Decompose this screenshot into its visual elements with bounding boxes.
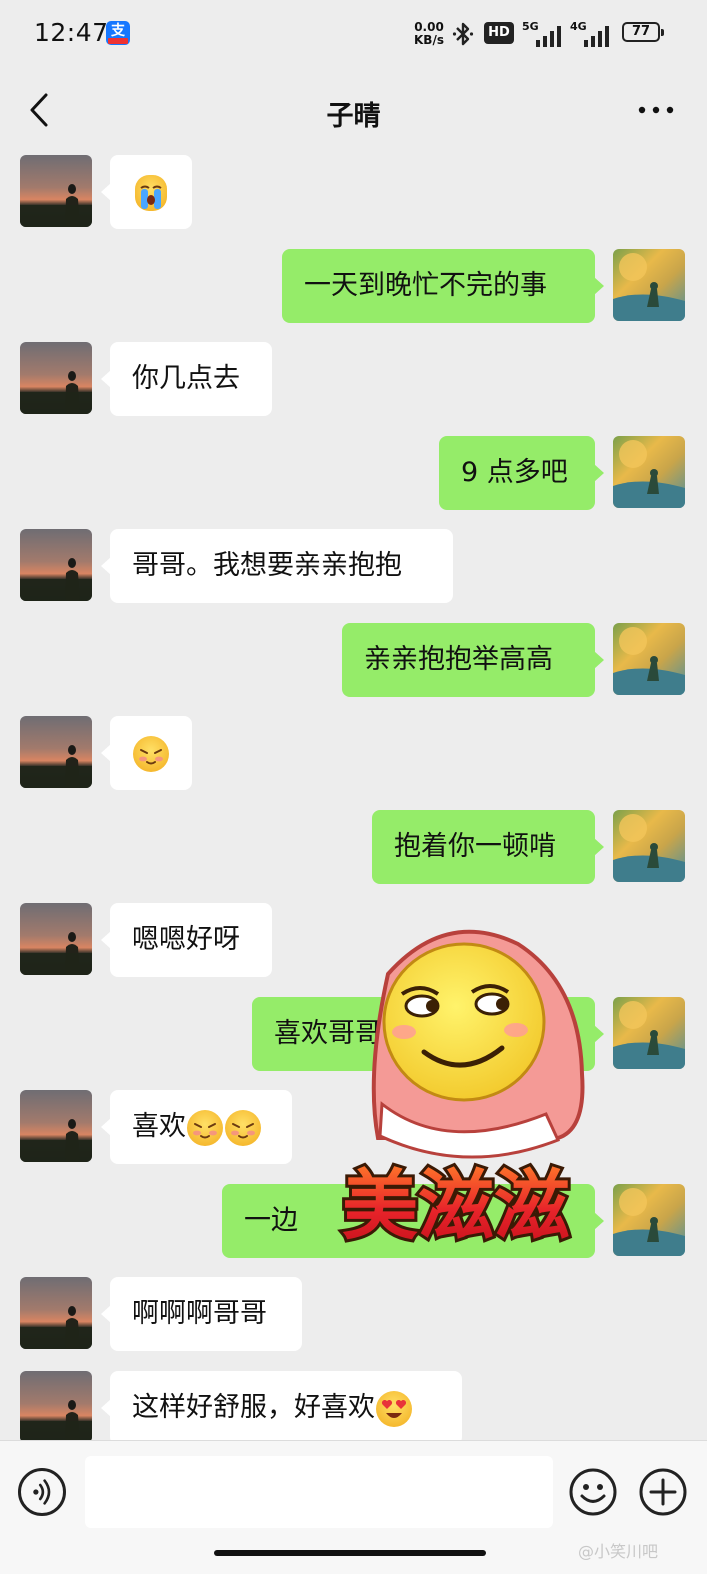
watermark: @小笑川吧 (578, 1542, 659, 1561)
emoji-picker-icon[interactable] (568, 1467, 618, 1517)
more-functions-plus-icon[interactable] (638, 1467, 688, 1517)
home-indicator[interactable] (214, 1550, 486, 1556)
shy-face-icon (186, 1108, 224, 1147)
my-avatar[interactable] (613, 810, 685, 882)
contact-avatar[interactable] (20, 342, 92, 414)
message-bubble-incoming[interactable]: 这样好舒服，好喜欢 (101, 1371, 462, 1440)
shy-face-icon (132, 734, 170, 773)
status-time: 12:47 (34, 18, 109, 47)
contact-avatar[interactable] (20, 1277, 92, 1349)
contact-avatar[interactable] (20, 529, 92, 601)
message-bubble-outgoing[interactable]: 一天到晚忙不完的事 (282, 249, 604, 323)
sticker-caption: 美滋滋 (342, 1161, 570, 1250)
message-text: 喜欢 (132, 1111, 186, 1142)
heart-eyes-face-icon (376, 1390, 412, 1427)
my-avatar[interactable] (613, 249, 685, 321)
message-bubble-incoming[interactable]: 喜欢 (101, 1090, 292, 1164)
message-bubble-outgoing[interactable]: 亲亲抱抱举高高 (342, 623, 604, 697)
message-bubble-incoming[interactable]: 啊啊啊哥哥 (101, 1277, 302, 1351)
contact-avatar[interactable] (20, 903, 92, 975)
more-options-icon[interactable] (638, 100, 674, 120)
chat-header: 子晴 (0, 70, 707, 152)
message-input[interactable] (85, 1456, 553, 1528)
battery-icon: 77 (622, 22, 664, 42)
my-avatar[interactable] (613, 623, 685, 695)
contact-avatar[interactable] (20, 1090, 92, 1162)
my-avatar[interactable] (613, 997, 685, 1069)
voice-input-button[interactable] (18, 1468, 66, 1516)
crying-face-icon (134, 173, 168, 212)
message-bubble-incoming[interactable]: 你几点去 (101, 342, 272, 416)
alipay-app-icon: 支 (106, 21, 130, 45)
contact-avatar[interactable] (20, 155, 92, 227)
network-speed: 0.00 KB/s (414, 21, 444, 47)
contact-avatar[interactable] (20, 716, 92, 788)
chat-title: 子晴 (326, 101, 381, 132)
message-bubble-outgoing[interactable]: 9 点多吧 (439, 436, 604, 510)
alipay-badge-text: 支 (111, 23, 125, 39)
contact-avatar[interactable] (20, 1371, 92, 1440)
smirking-face-blanket-sticker: 美滋滋 (339, 929, 585, 1253)
my-avatar[interactable] (613, 1184, 685, 1256)
message-bubble-incoming[interactable]: 嗯嗯好呀 (101, 903, 272, 977)
message-text: 这样好舒服，好喜欢 (132, 1392, 375, 1423)
network-speed-unit: KB/s (414, 33, 444, 47)
message-bubble-incoming[interactable] (101, 716, 192, 790)
bluetooth-icon (452, 22, 474, 46)
shy-face-icon (224, 1108, 262, 1147)
status-bar: 12:47 支 0.00 KB/s HD 5G 4G 77 (0, 0, 707, 70)
hd-voice-icon: HD (484, 22, 514, 44)
message-bubble-incoming[interactable] (101, 155, 192, 229)
message-bubble-outgoing[interactable]: 抱着你一顿啃 (372, 810, 604, 884)
my-avatar[interactable] (613, 436, 685, 508)
signal-bars-icon (536, 26, 561, 47)
message-bubble-incoming[interactable]: 哥哥。我想要亲亲抱抱 (101, 529, 453, 603)
signal-bars-icon (584, 26, 609, 47)
